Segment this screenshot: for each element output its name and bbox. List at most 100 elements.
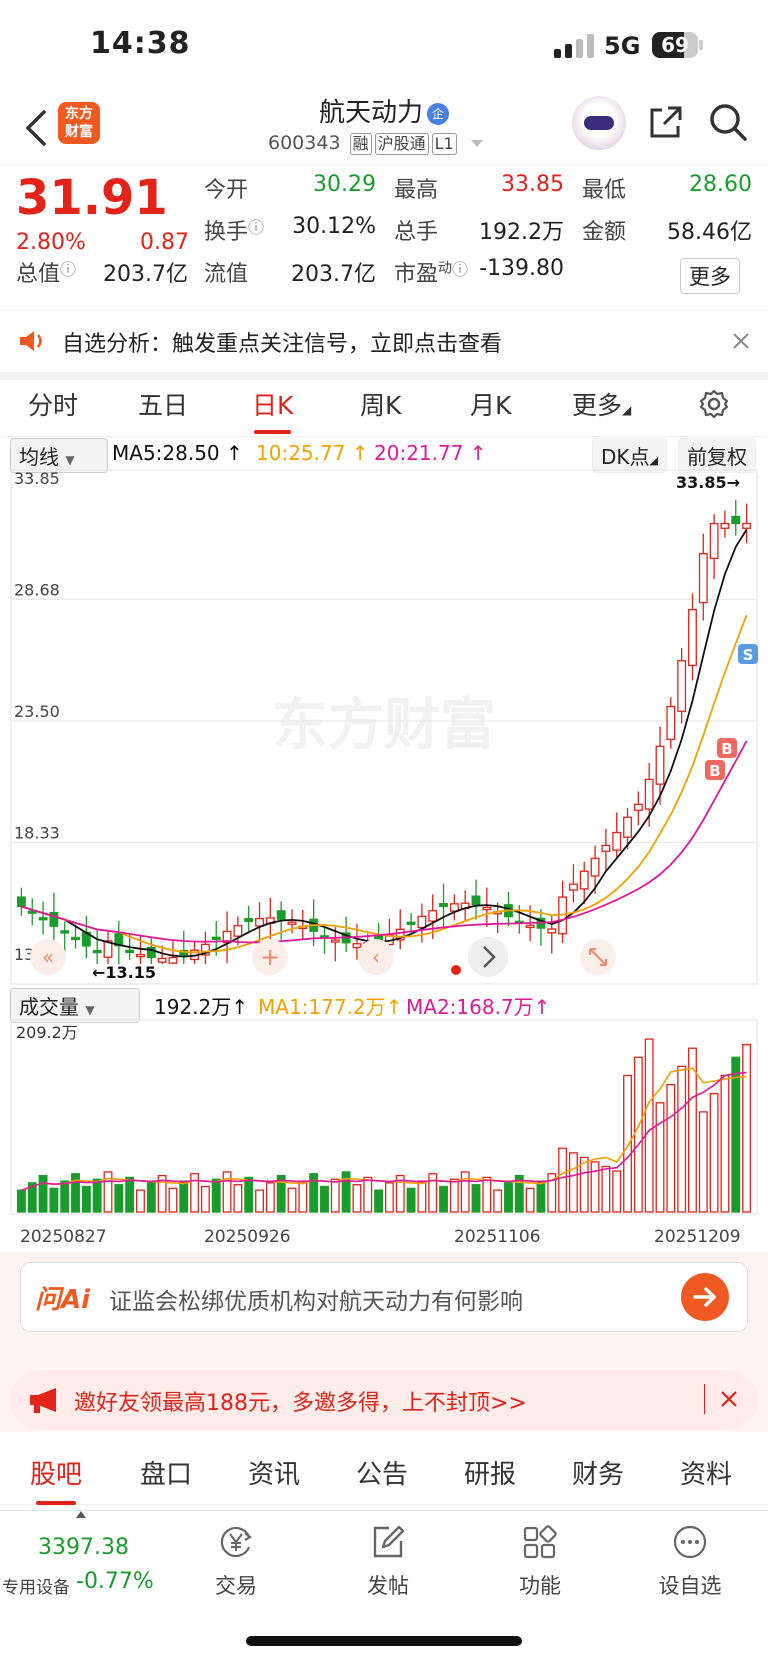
home-indicator — [246, 1636, 522, 1646]
volume-bar — [255, 1189, 264, 1213]
candle-up — [655, 745, 665, 785]
candle-up — [168, 956, 178, 964]
volume-bar — [374, 1189, 384, 1213]
candle-up — [742, 522, 752, 529]
trade-button[interactable]: 交易 — [186, 1523, 286, 1600]
volume-bar — [612, 1170, 622, 1213]
volume-bar — [417, 1180, 427, 1213]
candle-up — [449, 903, 459, 912]
candle-up — [720, 522, 730, 529]
grid-icon — [523, 1525, 557, 1559]
volume-bar — [568, 1152, 578, 1213]
high-marker-label: 33.85→ — [676, 473, 740, 492]
ma20-line — [21, 740, 748, 944]
volume-bar — [320, 1185, 329, 1213]
buy-marker-2[interactable]: B — [705, 760, 725, 780]
tab-orderbook[interactable]: 盘口 — [140, 1454, 192, 1491]
date-label-4: 20251209 — [654, 1227, 741, 1247]
functions-label: 功能 — [519, 1574, 561, 1598]
volume-bar — [298, 1180, 308, 1213]
candle-up — [644, 778, 654, 810]
candle-down — [439, 903, 448, 908]
promo-text: 邀好友领最高188元，多邀多得，上不封顶>> — [74, 1391, 527, 1416]
candle-up — [157, 957, 167, 963]
close-icon[interactable] — [720, 1390, 738, 1408]
volume-bar — [136, 1189, 145, 1213]
low-marker-label: ←13.15 — [92, 963, 156, 982]
volume-bar — [60, 1180, 70, 1213]
candle-down — [71, 936, 80, 941]
volume-bar — [363, 1176, 373, 1213]
volume-bar — [211, 1178, 221, 1213]
ai-submit-button[interactable] — [681, 1273, 729, 1321]
sell-marker[interactable]: S — [738, 644, 758, 664]
volume-bar — [125, 1176, 135, 1213]
expand-up-icon[interactable] — [76, 1511, 86, 1518]
price-tick-label: 23.50 — [14, 702, 60, 721]
tab-profile[interactable]: 资料 — [680, 1454, 732, 1491]
candle-up — [623, 816, 632, 838]
crosshair-button[interactable]: + — [252, 939, 288, 975]
tab-research[interactable]: 研报 — [464, 1454, 516, 1491]
fullscreen-button[interactable] — [580, 939, 616, 975]
volume-bar — [601, 1165, 611, 1213]
info-tabs: 股吧 盘口 资讯 公告 研报 财务 资料 — [0, 1440, 768, 1505]
tab-announcements[interactable]: 公告 — [356, 1454, 408, 1491]
promo-divider — [704, 1384, 705, 1414]
price-tick-label: 33.85 — [14, 469, 60, 488]
step-right-button[interactable] — [468, 937, 508, 977]
candle-up — [330, 939, 340, 943]
candle-up — [612, 831, 622, 851]
volume-bar — [558, 1147, 568, 1213]
buy-marker-1-text: B — [721, 740, 732, 758]
volume-bar — [449, 1178, 459, 1213]
invite-promo-banner[interactable]: 邀好友领最高188元，多邀多得，上不封顶>> — [10, 1370, 758, 1430]
index-value[interactable]: 3397.38 — [38, 1535, 129, 1560]
buy-marker-1[interactable]: B — [717, 738, 737, 758]
post-button[interactable]: 发帖 — [338, 1523, 438, 1600]
scroll-left-button[interactable]: « — [30, 939, 66, 975]
volume-bar — [233, 1184, 243, 1213]
ai-label: 问Ai — [35, 1285, 91, 1315]
post-label: 发帖 — [367, 1574, 409, 1598]
candle-down — [60, 930, 70, 934]
step-left-button[interactable]: ‹ — [358, 939, 394, 975]
candle-down — [125, 949, 135, 954]
tab-news[interactable]: 资讯 — [248, 1454, 300, 1491]
date-label-1: 20250827 — [20, 1227, 107, 1247]
edit-icon — [373, 1525, 405, 1558]
candle-up — [417, 915, 427, 929]
chevron-left-icon: ‹ — [372, 945, 380, 969]
candle-up — [666, 705, 676, 740]
kline-chart[interactable]: 东方财富 33.8528.6823.5018.3313.15 33.85→ ←1… — [0, 0, 768, 1262]
add-watchlist-button[interactable]: 设自选 — [640, 1523, 740, 1600]
tab-forum[interactable]: 股吧 — [30, 1454, 82, 1505]
ma10-line — [21, 614, 748, 954]
ai-question-box[interactable]: 问Ai 证监会松绑优质机构对航天动力有何影响 — [20, 1262, 748, 1332]
volume-bar — [384, 1182, 394, 1213]
volume-bar — [633, 1056, 643, 1213]
plus-icon: + — [260, 943, 280, 971]
tab-finance[interactable]: 财务 — [572, 1454, 624, 1491]
volume-bar — [666, 1083, 676, 1213]
ai-question-text: 证监会松绑优质机构对航天动力有何影响 — [109, 1289, 523, 1315]
candle-up — [688, 609, 697, 667]
megaphone-icon — [30, 1388, 56, 1413]
volume-bar — [536, 1180, 546, 1213]
candle-down — [211, 936, 221, 940]
date-label-2: 20250926 — [204, 1227, 291, 1247]
volume-bar — [439, 1185, 448, 1213]
more-circle-icon — [673, 1525, 707, 1559]
functions-button[interactable]: 功能 — [490, 1523, 590, 1600]
add-watchlist-label: 设自选 — [658, 1574, 722, 1598]
volume-bar — [81, 1185, 91, 1213]
price-tick-label: 28.68 — [14, 580, 60, 599]
candle-up — [287, 921, 297, 925]
index-change: -0.77% — [76, 1569, 154, 1594]
volume-bar — [471, 1184, 481, 1213]
volume-bars — [16, 1038, 752, 1213]
sell-marker-text: S — [743, 646, 754, 664]
candle-down — [244, 918, 254, 922]
volume-bar — [742, 1043, 752, 1213]
candle-up — [568, 883, 578, 891]
